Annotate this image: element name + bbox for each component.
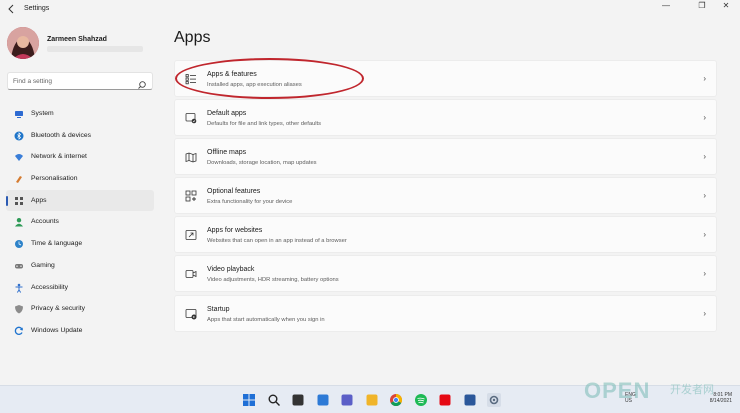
sidebar-item-label: Bluetooth & devices bbox=[31, 131, 92, 139]
sidebar-item-label: Accessibility bbox=[31, 283, 69, 291]
file-explorer-icon[interactable] bbox=[365, 393, 379, 407]
video-icon bbox=[185, 268, 197, 280]
start-icon[interactable] bbox=[242, 393, 256, 407]
minimize-button[interactable]: — bbox=[652, 0, 680, 12]
settings-card-optional-features[interactable]: Optional features Extra functionality fo… bbox=[174, 177, 717, 215]
startup-icon bbox=[185, 308, 197, 320]
spotify-icon[interactable] bbox=[414, 393, 428, 407]
brush-icon bbox=[14, 174, 24, 184]
sidebar-item-privacy-security[interactable]: Privacy & security bbox=[6, 298, 154, 320]
chrome-icon[interactable] bbox=[389, 393, 403, 407]
sidebar-item-accessibility[interactable]: Accessibility bbox=[6, 277, 154, 299]
shield-icon bbox=[14, 304, 24, 314]
search-icon[interactable] bbox=[267, 393, 281, 407]
chevron-right-icon: › bbox=[703, 191, 706, 201]
sidebar-item-label: Personalisation bbox=[31, 175, 78, 183]
card-subtitle: Defaults for file and link types, other … bbox=[207, 121, 322, 128]
gamepad-icon bbox=[14, 261, 24, 271]
red-circle-annotation bbox=[175, 58, 364, 99]
system-icon bbox=[14, 109, 24, 119]
globe-clock-icon bbox=[14, 239, 24, 249]
settings-card-apps-for-websites[interactable]: Apps for websites Websites that can open… bbox=[174, 216, 717, 254]
wifi-icon bbox=[14, 152, 24, 162]
bluetooth-icon bbox=[14, 131, 24, 141]
search-icon bbox=[137, 77, 147, 89]
sidebar-item-label: Windows Update bbox=[31, 326, 83, 334]
accounts-icon bbox=[14, 217, 24, 227]
search-input[interactable]: Find a setting bbox=[13, 78, 52, 85]
watermark-sub: 开发者网 bbox=[670, 384, 714, 396]
chevron-right-icon: › bbox=[703, 152, 706, 162]
watermark-brand: OPEN bbox=[584, 378, 651, 403]
back-arrow-icon[interactable] bbox=[6, 4, 18, 16]
accessibility-icon bbox=[14, 283, 24, 293]
apps-icon bbox=[14, 196, 24, 206]
default-apps-icon bbox=[185, 112, 197, 124]
sidebar-item-personalisation[interactable]: Personalisation bbox=[6, 168, 154, 190]
page-title: Apps bbox=[174, 29, 211, 46]
sidebar-item-system[interactable]: System bbox=[6, 103, 154, 125]
card-title: Default apps bbox=[207, 110, 247, 118]
title-bar: Settings — ❐ ✕ bbox=[0, 0, 740, 20]
card-subtitle: Extra functionality for your device bbox=[207, 199, 293, 206]
settings-card-default-apps[interactable]: Default apps Defaults for file and link … bbox=[174, 99, 717, 137]
chevron-right-icon: › bbox=[703, 230, 706, 240]
apps-settings-list: Apps & features Installed apps, app exec… bbox=[174, 60, 717, 334]
word-icon[interactable] bbox=[463, 393, 477, 407]
sidebar-item-apps[interactable]: Apps bbox=[6, 189, 154, 212]
sidebar-item-label: Accounts bbox=[31, 218, 59, 226]
user-profile[interactable]: Zarmeen Shahzad bbox=[7, 27, 157, 63]
sidebar-item-bluetooth-devices[interactable]: Bluetooth & devices bbox=[6, 125, 154, 147]
sidebar-nav: System Bluetooth & devices Network & int… bbox=[6, 103, 154, 342]
website-app-icon bbox=[185, 229, 197, 241]
update-icon bbox=[14, 326, 24, 336]
sidebar-item-windows-update[interactable]: Windows Update bbox=[6, 320, 154, 342]
card-title: Startup bbox=[207, 305, 230, 313]
settings-icon[interactable] bbox=[487, 393, 501, 407]
card-title: Offline maps bbox=[207, 149, 247, 157]
chevron-right-icon: › bbox=[703, 308, 706, 318]
sidebar-item-label: Privacy & security bbox=[31, 305, 86, 313]
sidebar-item-label: Time & language bbox=[31, 240, 83, 248]
sidebar-item-network-internet[interactable]: Network & internet bbox=[6, 146, 154, 168]
card-subtitle: Websites that can open in an app instead… bbox=[207, 238, 347, 245]
card-subtitle: Apps that start automatically when you s… bbox=[207, 316, 325, 323]
sidebar-item-label: Network & internet bbox=[31, 153, 87, 161]
map-icon bbox=[185, 151, 197, 163]
chat-icon[interactable] bbox=[340, 393, 354, 407]
sidebar-item-label: Gaming bbox=[31, 261, 55, 269]
close-button[interactable]: ✕ bbox=[712, 0, 740, 12]
chevron-right-icon: › bbox=[703, 113, 706, 123]
window-title: Settings bbox=[24, 5, 50, 12]
avatar bbox=[7, 27, 39, 59]
user-name: Zarmeen Shahzad bbox=[47, 36, 107, 43]
chevron-right-icon: › bbox=[703, 74, 706, 83]
card-title: Apps for websites bbox=[207, 227, 263, 235]
optional-features-icon bbox=[185, 190, 197, 202]
settings-card-offline-maps[interactable]: Offline maps Downloads, storage location… bbox=[174, 138, 717, 176]
sidebar-item-label: Apps bbox=[31, 196, 47, 204]
sidebar-item-accounts[interactable]: Accounts bbox=[6, 211, 154, 233]
user-email-redacted bbox=[47, 46, 143, 52]
sidebar-item-label: System bbox=[31, 110, 54, 117]
card-subtitle: Video adjustments, HDR streaming, batter… bbox=[207, 277, 339, 284]
settings-card-video-playback[interactable]: Video playback Video adjustments, HDR st… bbox=[174, 255, 717, 293]
card-title: Optional features bbox=[207, 188, 261, 196]
widgets-icon[interactable] bbox=[316, 393, 330, 407]
sidebar-item-gaming[interactable]: Gaming bbox=[6, 255, 154, 277]
card-title: Video playback bbox=[207, 266, 255, 274]
clock-date: 8/14/2021 bbox=[709, 398, 732, 404]
task-view-icon[interactable] bbox=[291, 393, 305, 407]
chevron-right-icon: › bbox=[703, 269, 706, 279]
netflix-icon[interactable] bbox=[438, 393, 452, 407]
card-subtitle: Downloads, storage location, map updates bbox=[207, 160, 317, 167]
settings-card-startup[interactable]: Startup Apps that start automatically wh… bbox=[174, 294, 717, 332]
search-box[interactable]: Find a setting bbox=[7, 72, 153, 90]
sidebar-item-time-language[interactable]: Time & language bbox=[6, 233, 154, 255]
